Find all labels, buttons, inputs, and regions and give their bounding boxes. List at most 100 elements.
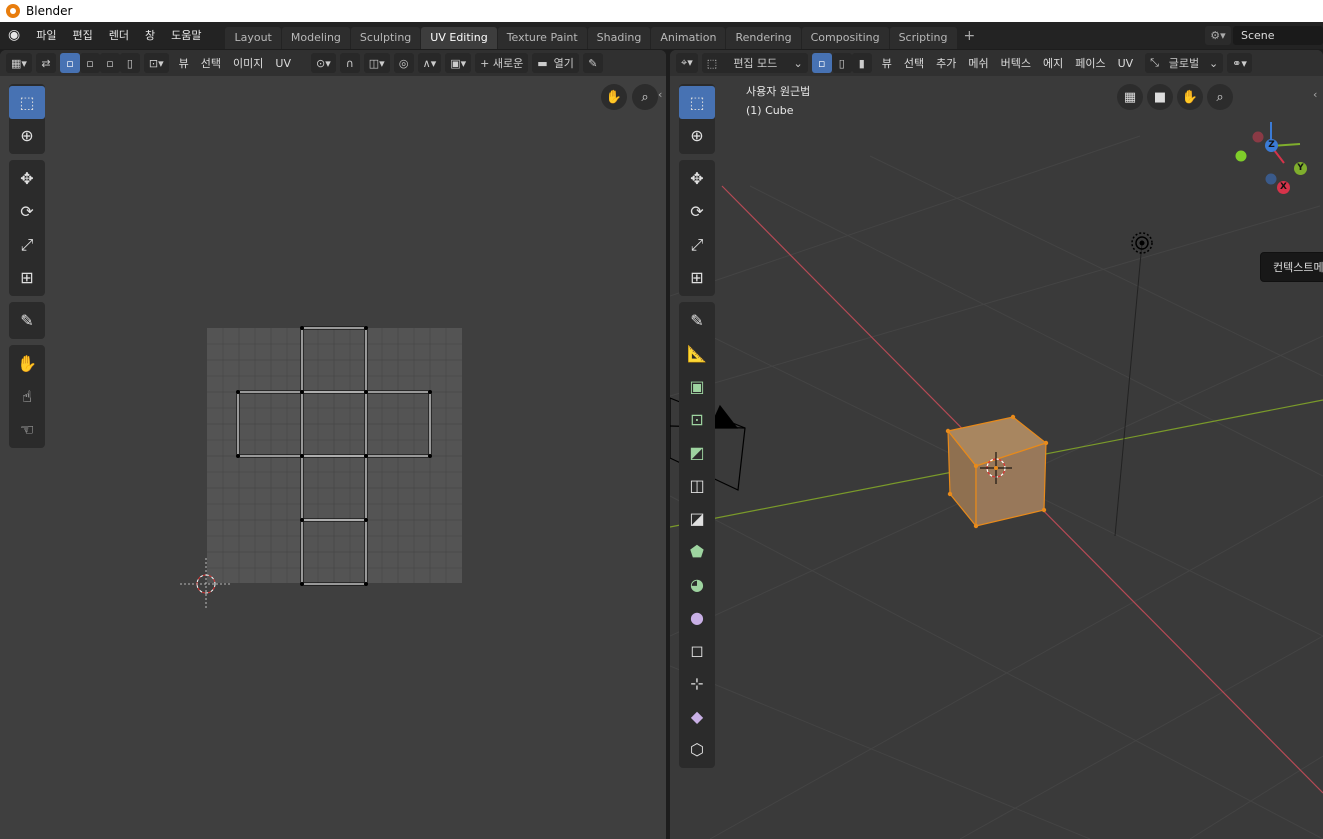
edge-mode-icon[interactable]: ▯	[831, 53, 852, 73]
open-image-button[interactable]: ▬ 열기	[532, 53, 579, 73]
island-select-icon[interactable]: ▯	[119, 53, 140, 73]
uv-menu-uv[interactable]: UV	[269, 57, 297, 70]
tab-compositing[interactable]: Compositing	[801, 27, 889, 49]
rotate-tool-icon[interactable]: ⟳	[9, 195, 45, 228]
sidebar-toggle-icon[interactable]: ‹	[1313, 88, 1317, 101]
rotate-tool-icon[interactable]: ⟳	[679, 195, 715, 228]
poly-build-tool-icon[interactable]: ⬟	[679, 535, 715, 568]
loop-cut-tool-icon[interactable]: ◫	[679, 469, 715, 502]
transform-tool-icon[interactable]: ⊞	[679, 261, 715, 294]
grab-tool-icon[interactable]: ✋	[9, 347, 45, 380]
toggle-perspective-icon[interactable]: ▦	[1117, 84, 1143, 110]
uv-menu-image[interactable]: 이미지	[227, 55, 269, 71]
viewport-menu-select[interactable]: 선택	[898, 55, 930, 71]
face-mode-icon[interactable]: ▮	[851, 53, 872, 73]
viewport-menu-add[interactable]: 추가	[930, 55, 962, 71]
pan-view-icon[interactable]: ✋	[601, 84, 627, 110]
cursor-tool-icon[interactable]: ⊕	[679, 119, 715, 152]
viewport-menu-view[interactable]: 뷰	[876, 55, 898, 71]
tab-uv-editing[interactable]: UV Editing	[421, 27, 497, 49]
uv-canvas[interactable]: ⬚ ⊕ ✥ ⟳ ⤢ ⊞ ✎ ✋ ☝ ☜ ✋ ⌕ ‹	[0, 76, 666, 839]
pinch-tool-icon[interactable]: ☜	[9, 413, 45, 446]
uv-menu-select[interactable]: 선택	[195, 55, 227, 71]
menu-render[interactable]: 렌더	[101, 22, 137, 49]
extrude-region-tool-icon[interactable]: ▣	[679, 370, 715, 403]
mode-selector[interactable]: ⬚ 편집 모드 ⌄	[701, 53, 808, 73]
gizmo-x-axis[interactable]: X	[1277, 181, 1290, 194]
edge-slide-tool-icon[interactable]: ◻	[679, 634, 715, 667]
tab-scripting[interactable]: Scripting	[889, 27, 957, 49]
menu-help[interactable]: 도움말	[163, 22, 209, 49]
tab-modeling[interactable]: Modeling	[281, 27, 350, 49]
sticky-select-icon[interactable]: ⊡▾	[143, 53, 169, 73]
annotate-tool-icon[interactable]: ✎	[679, 304, 715, 337]
edge-select-icon[interactable]: ▫	[79, 53, 100, 73]
new-image-button[interactable]: + 새로운	[475, 53, 529, 73]
shear-tool-icon[interactable]: ◆	[679, 700, 715, 733]
vertex-select-icon[interactable]: ▫	[59, 53, 80, 73]
gizmo-z-axis[interactable]: Z	[1265, 139, 1278, 152]
menu-edit[interactable]: 편집	[64, 22, 100, 49]
viewport-menu-uv[interactable]: UV	[1112, 57, 1140, 70]
move-tool-icon[interactable]: ✥	[679, 162, 715, 195]
relax-tool-icon[interactable]: ☝	[9, 380, 45, 413]
pivot-point-icon[interactable]: ⚭▾	[1227, 53, 1252, 73]
viewport-canvas[interactable]: Z Y X 사용자 원근법 (1) Cube ▦ ■ ✋ ⌕ ‹ 컨텍스트메뉴 …	[670, 76, 1323, 839]
transform-tool-icon[interactable]: ⊞	[9, 261, 45, 294]
shrink-fatten-tool-icon[interactable]: ⊹	[679, 667, 715, 700]
face-select-icon[interactable]: ▫	[99, 53, 120, 73]
knife-tool-icon[interactable]: ◪	[679, 502, 715, 535]
select-box-tool-icon[interactable]: ⬚	[9, 86, 45, 119]
cursor-tool-icon[interactable]: ⊕	[9, 119, 45, 152]
pivot-icon[interactable]: ⊙▾	[311, 53, 336, 73]
measure-tool-icon[interactable]: 📐	[679, 337, 715, 370]
uv-tool-group-sculpt: ✋ ☝ ☜	[9, 345, 45, 448]
tab-rendering[interactable]: Rendering	[726, 27, 801, 49]
falloff-icon[interactable]: ∧▾	[417, 53, 442, 73]
spin-tool-icon[interactable]: ◕	[679, 568, 715, 601]
scene-name-field[interactable]: Scene	[1233, 26, 1323, 45]
transform-orientation-selector[interactable]: ⤡ 글로벌 ⌄	[1145, 53, 1224, 73]
proportional-edit-icon[interactable]: ◎	[393, 53, 414, 73]
zoom-view-icon[interactable]: ⌕	[1207, 84, 1233, 110]
add-workspace-button[interactable]: +	[958, 28, 982, 44]
edit-mode-icon: ⬚	[706, 56, 718, 70]
smooth-tool-icon[interactable]: ●	[679, 601, 715, 634]
scene-selector-icon[interactable]: ⚙▾	[1205, 26, 1231, 45]
sidebar-toggle-icon[interactable]: ‹	[658, 88, 662, 101]
blender-menu-icon[interactable]: ◉	[0, 22, 28, 49]
rip-region-tool-icon[interactable]: ⬡	[679, 733, 715, 766]
vertex-mode-icon[interactable]: ▫	[811, 53, 832, 73]
scale-tool-icon[interactable]: ⤢	[9, 228, 45, 261]
snap-icon[interactable]: ∩	[339, 53, 360, 73]
image-browse-icon[interactable]: ▣▾	[445, 53, 472, 73]
tab-animation[interactable]: Animation	[651, 27, 726, 49]
viewport-menu-mesh[interactable]: 메쉬	[962, 55, 994, 71]
tab-texture-paint[interactable]: Texture Paint	[497, 27, 587, 49]
tab-layout[interactable]: Layout	[225, 27, 281, 49]
move-tool-icon[interactable]: ✥	[9, 162, 45, 195]
gizmo-y-axis[interactable]: Y	[1294, 162, 1307, 175]
sync-selection-icon[interactable]: ⇄	[35, 53, 56, 73]
viewport-menu-face[interactable]: 페이스	[1069, 55, 1111, 71]
menu-file[interactable]: 파일	[28, 22, 64, 49]
inset-faces-tool-icon[interactable]: ⊡	[679, 403, 715, 436]
tab-sculpting[interactable]: Sculpting	[350, 27, 421, 49]
zoom-view-icon[interactable]: ⌕	[632, 84, 658, 110]
viewport-menu-vertex[interactable]: 버텍스	[995, 55, 1037, 71]
uv-menu-view[interactable]: 뷰	[173, 55, 195, 71]
viewport-menu-edge[interactable]: 에지	[1037, 55, 1069, 71]
pin-icon[interactable]: ✎	[582, 53, 603, 73]
editor-type-icon[interactable]: ▦▾	[6, 53, 32, 73]
pan-view-icon[interactable]: ✋	[1177, 84, 1203, 110]
tab-shading[interactable]: Shading	[587, 27, 651, 49]
snap-target-icon[interactable]: ◫▾	[363, 53, 390, 73]
annotate-tool-icon[interactable]: ✎	[9, 304, 45, 337]
camera-view-icon[interactable]: ■	[1147, 84, 1173, 110]
chevron-down-icon: ⌄	[1208, 56, 1219, 70]
menu-window[interactable]: 창	[137, 22, 163, 49]
viewport-editor-type-icon[interactable]: ⌖▾	[676, 53, 698, 73]
scale-tool-icon[interactable]: ⤢	[679, 228, 715, 261]
select-box-tool-icon[interactable]: ⬚	[679, 86, 715, 119]
bevel-tool-icon[interactable]: ◩	[679, 436, 715, 469]
